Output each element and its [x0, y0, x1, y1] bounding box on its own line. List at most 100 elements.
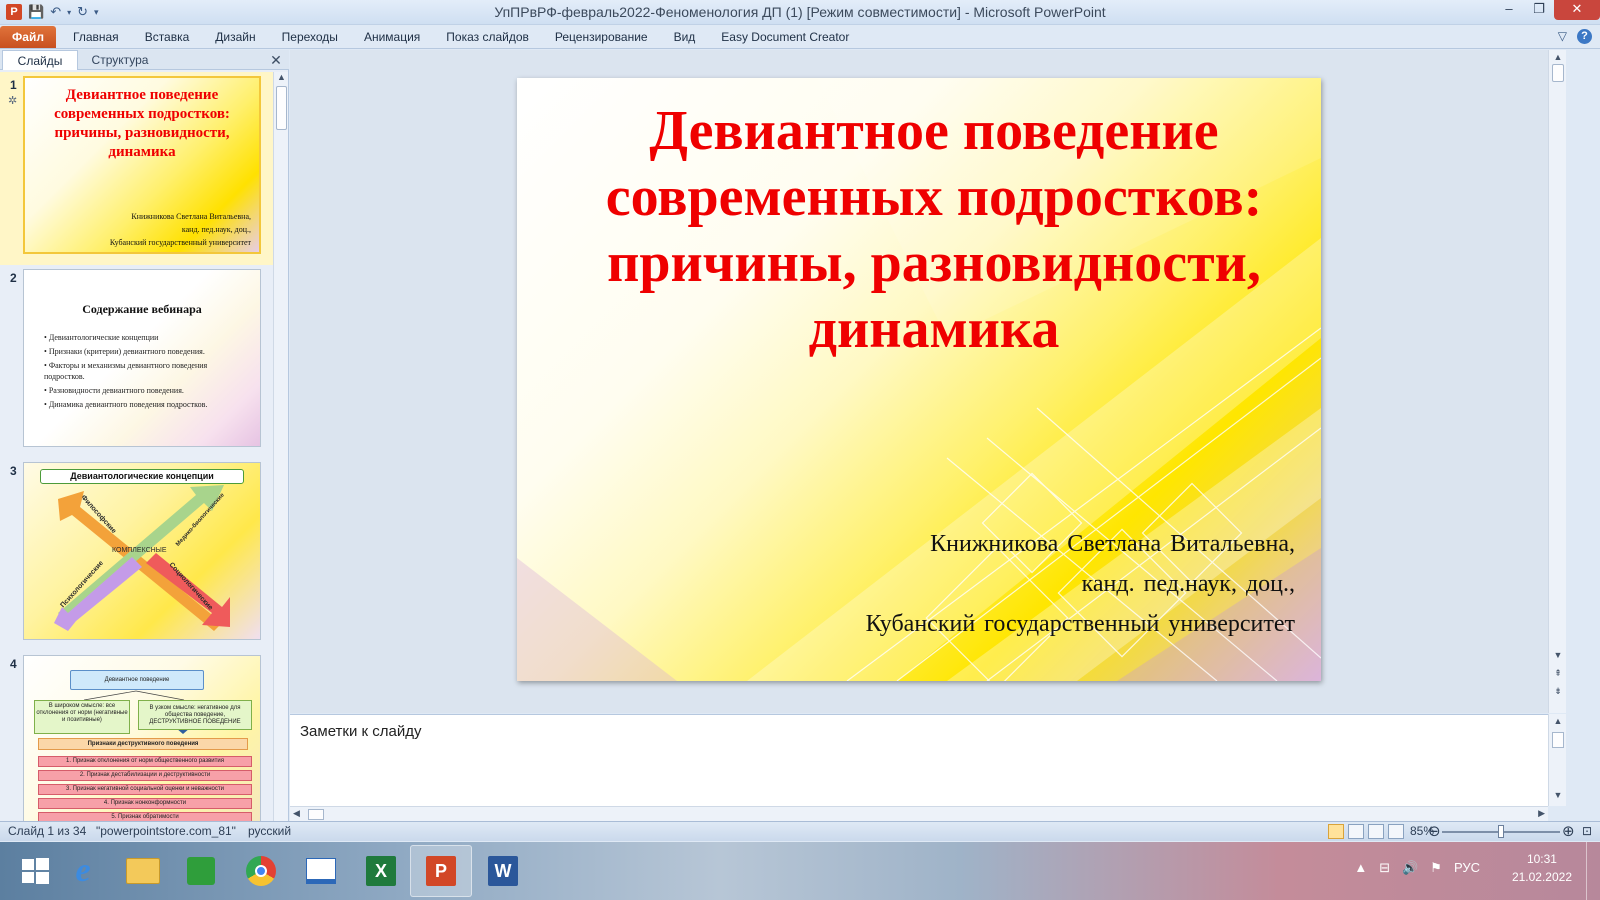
- tab-slides[interactable]: Слайды: [2, 50, 78, 70]
- thumbnail-bullet-list: Девиантологические концепции Признаки (к…: [44, 332, 242, 413]
- list-item: Факторы и механизмы девиантного поведени…: [44, 360, 242, 382]
- show-desktop-button[interactable]: [1586, 842, 1600, 900]
- action-center-icon[interactable]: ⚑: [1430, 860, 1442, 876]
- normal-view-button[interactable]: [1328, 824, 1344, 839]
- author-degree: канд. пед.наук, доц.,: [1081, 571, 1295, 597]
- excel-icon[interactable]: X: [350, 845, 412, 897]
- language-indicator[interactable]: русский: [248, 824, 291, 838]
- word-icon[interactable]: W: [472, 845, 534, 897]
- slide-number: 2: [10, 271, 17, 285]
- view-switcher: [1328, 824, 1404, 839]
- taskbar-clock[interactable]: 10:31 21.02.2022: [1512, 850, 1572, 886]
- thumbnail-frame: Девиантное поведение В широком смысле: в…: [23, 655, 261, 833]
- windows-taskbar: e X P W ▲ ⊟ 🔊 ⚑ РУС 10:31 21.02.2022: [0, 842, 1600, 900]
- previous-slide-icon[interactable]: ⇞: [1549, 668, 1567, 679]
- scroll-thumb[interactable]: [276, 86, 287, 130]
- list-item: Разновидности девиантного поведения.: [44, 385, 242, 396]
- scroll-down-icon[interactable]: ▼: [1549, 650, 1567, 660]
- clock-date: 21.02.2022: [1511, 870, 1572, 884]
- slide-thumbnail-2[interactable]: 2 Содержание вебинара Девиантологические…: [0, 265, 274, 458]
- thumbnail-scrollbar[interactable]: ▲ ▼: [273, 72, 288, 840]
- slide-sorter-button[interactable]: [1348, 824, 1364, 839]
- diagram-row: 4. Признак нонконформности: [38, 798, 252, 809]
- chrome-icon[interactable]: [230, 845, 292, 897]
- tab-transitions[interactable]: Переходы: [269, 25, 351, 49]
- network-icon[interactable]: ⊟: [1379, 860, 1390, 876]
- windows-logo-icon: [22, 858, 49, 884]
- horizontal-scrollbar[interactable]: ◀ ▶: [290, 806, 1548, 821]
- tab-easy-document-creator[interactable]: Easy Document Creator: [708, 25, 862, 49]
- list-item: Признаки (критерии) девиантного поведени…: [44, 346, 242, 357]
- tab-view[interactable]: Вид: [661, 25, 709, 49]
- tab-insert[interactable]: Вставка: [132, 25, 203, 49]
- scroll-up-icon[interactable]: ▲: [274, 72, 289, 82]
- list-item: Девиантологические концепции: [44, 332, 242, 343]
- store-icon[interactable]: [170, 845, 232, 897]
- thumbnail-author: Книжникова Светлана Витальевна, канд. пе…: [109, 212, 251, 247]
- help-icon[interactable]: ?: [1577, 29, 1592, 44]
- title-bar: P 💾 ↶ ▾ ↻ ▾ УпПРвРФ-февраль2022-Феномено…: [0, 0, 1600, 25]
- tab-outline[interactable]: Структура: [80, 50, 160, 70]
- window-title: УпПРвРФ-февраль2022-Феноменология ДП (1)…: [494, 4, 1106, 20]
- thumbnail-list: 1 ✲ Девиантное поведение современных под…: [0, 72, 274, 840]
- scroll-left-icon[interactable]: ◀: [293, 808, 300, 819]
- zoom-slider-knob[interactable]: [1498, 825, 1504, 838]
- tab-home[interactable]: Главная: [60, 25, 132, 49]
- scanner-app-icon[interactable]: [290, 845, 352, 897]
- scroll-thumb[interactable]: [1552, 732, 1564, 748]
- notes-scrollbar[interactable]: ▲ ▼: [1548, 714, 1566, 806]
- diagram-row: 3. Признак негативной социальной оценки …: [38, 784, 252, 795]
- slide-thumbnail-1[interactable]: 1 ✲ Девиантное поведение современных под…: [0, 72, 274, 265]
- close-button[interactable]: ✕: [1554, 0, 1600, 20]
- scroll-up-icon[interactable]: ▲: [1549, 52, 1567, 62]
- tab-design[interactable]: Дизайн: [202, 25, 268, 49]
- current-slide[interactable]: Девиантное поведение современных подрост…: [517, 78, 1321, 681]
- input-language[interactable]: РУС: [1454, 860, 1480, 876]
- slide-counter: Слайд 1 из 34: [8, 824, 87, 838]
- zoom-out-icon[interactable]: ⊖: [1428, 822, 1441, 840]
- list-item: Динамика девиантного поведения подростко…: [44, 399, 242, 410]
- notes-pane[interactable]: Заметки к слайду: [290, 714, 1548, 806]
- theme-name[interactable]: "powerpointstore.com_81": [96, 824, 236, 838]
- fit-to-window-icon[interactable]: ⊡: [1582, 824, 1592, 838]
- slide-thumbnail-4[interactable]: 4 Девиантное поведение В широком смысле:…: [0, 651, 274, 840]
- scroll-down-icon[interactable]: ▼: [1549, 790, 1567, 800]
- tab-slideshow[interactable]: Показ слайдов: [433, 25, 542, 49]
- slide-number: 3: [10, 464, 17, 478]
- internet-explorer-icon[interactable]: e: [52, 845, 114, 897]
- zoom-in-icon[interactable]: ⊕: [1562, 822, 1575, 840]
- diagram-row: 2. Признак дестабилизации и деструктивно…: [38, 770, 252, 781]
- diagram-box: Признаки деструктивного поведения: [38, 738, 248, 750]
- slide-subtitle[interactable]: Книжникова Светлана Витальевна, канд. пе…: [866, 524, 1295, 644]
- maximize-button[interactable]: ❐: [1524, 0, 1554, 20]
- slideshow-button[interactable]: [1388, 824, 1404, 839]
- notes-placeholder[interactable]: Заметки к слайду: [300, 723, 422, 740]
- file-explorer-icon[interactable]: [112, 845, 174, 897]
- reading-view-button[interactable]: [1368, 824, 1384, 839]
- tab-animation[interactable]: Анимация: [351, 25, 433, 49]
- author-name: Книжникова Светлана Витальевна,: [930, 531, 1295, 557]
- thumbnail-frame: Содержание вебинара Девиантологические к…: [23, 269, 261, 447]
- scroll-thumb[interactable]: [308, 809, 324, 820]
- volume-icon[interactable]: 🔊: [1402, 860, 1418, 876]
- tray-expand-icon[interactable]: ▲: [1354, 860, 1367, 876]
- slide-title[interactable]: Девиантное поведение современных подрост…: [597, 98, 1271, 362]
- scroll-right-icon[interactable]: ▶: [1538, 808, 1545, 819]
- thumbnail-frame: Девиантное поведение современных подрост…: [23, 76, 261, 254]
- minimize-button[interactable]: –: [1494, 0, 1524, 20]
- ribbon-tabs: Главная Вставка Дизайн Переходы Анимация…: [60, 25, 862, 49]
- next-slide-icon[interactable]: ⇟: [1549, 686, 1567, 697]
- thumbnail-frame: Девиантологические концепции Философские…: [23, 462, 261, 640]
- slide-scrollbar[interactable]: ▲ ▼ ⇞ ⇟: [1548, 50, 1566, 713]
- scroll-up-icon[interactable]: ▲: [1549, 716, 1567, 726]
- slide-thumbnail-3[interactable]: 3 Девиантологические концепции Философск…: [0, 458, 274, 651]
- file-tab[interactable]: Файл: [0, 26, 56, 48]
- slides-pane: Слайды Структура ✕ 1 ✲ Девиантное поведе…: [0, 50, 289, 840]
- ribbon-tab-bar: Файл Главная Вставка Дизайн Переходы Ани…: [0, 25, 1600, 49]
- powerpoint-taskbar-icon[interactable]: P: [410, 845, 472, 897]
- scroll-thumb[interactable]: [1552, 64, 1564, 82]
- close-pane-icon[interactable]: ✕: [269, 50, 283, 70]
- minimize-ribbon-icon[interactable]: ▽: [1558, 29, 1567, 44]
- animation-star-icon: ✲: [8, 95, 18, 107]
- tab-review[interactable]: Рецензирование: [542, 25, 661, 49]
